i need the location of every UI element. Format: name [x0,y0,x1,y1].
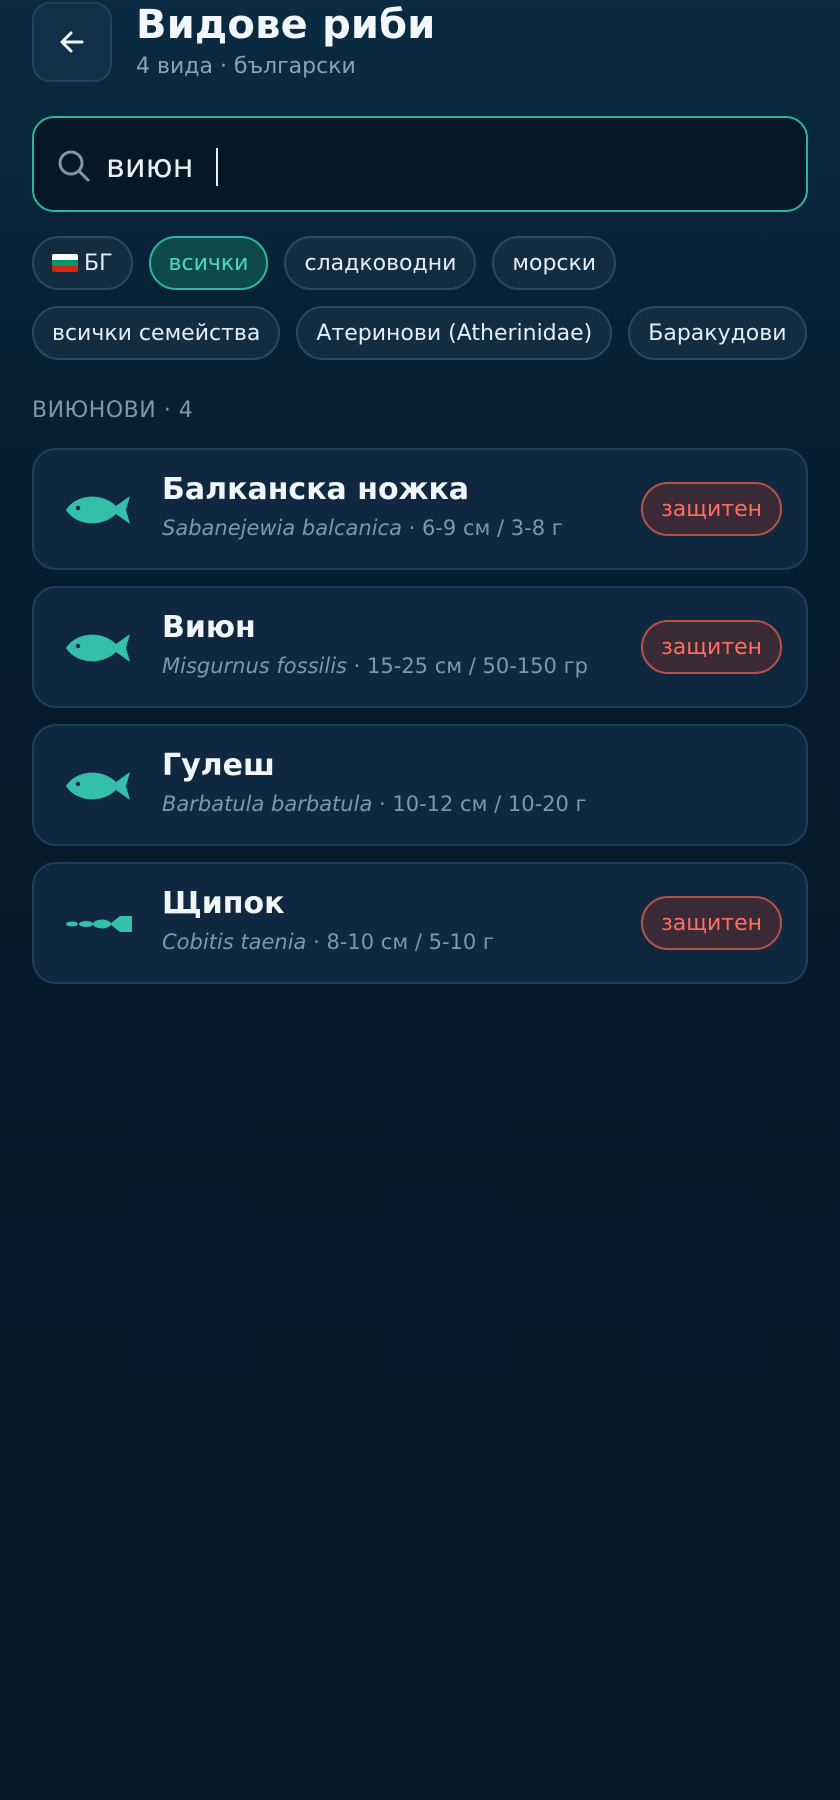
text-caret [216,148,218,186]
species-details: 6-9 см / 3-8 г [421,516,563,540]
fish-icon [66,496,130,524]
water-type-filters: БГ всички сладководни морски [32,236,617,290]
species-name: Виюн [162,610,256,645]
loach-icon [66,916,132,932]
section-header: ВИЮНОВИ · 4 [32,398,194,423]
page-title: Видове риби [136,2,436,48]
species-details: 15-25 см / 50-150 гр [367,654,588,678]
family-chip-barracuda[interactable]: Баракудови [628,306,807,360]
species-meta: Barbatula barbatula · 10-12 см / 10-20 г [162,792,587,816]
family-filters[interactable]: всички семейства Атеринови (Atherinidae)… [32,306,808,360]
family-chip-atherinidae[interactable]: Атеринови (Atherinidae) [296,306,613,360]
species-card[interactable]: Гулеш Barbatula barbatula · 10-12 см / 1… [32,724,808,846]
search-icon [58,150,90,182]
language-chip[interactable]: БГ [32,236,133,290]
protected-badge: защитен [641,482,782,536]
protected-badge: защитен [641,620,782,674]
species-card[interactable]: Виюн Misgurnus fossilis · 15-25 см / 50-… [32,586,808,708]
header: Видове риби 4 вида · български [32,2,808,82]
filter-chip-all[interactable]: всички [148,236,269,290]
species-name: Щипок [162,886,285,921]
species-name: Балканска ножка [162,472,470,507]
bulgaria-flag-icon [52,254,78,272]
species-details: 10-12 см / 10-20 г [392,792,587,816]
search-input[interactable] [106,138,786,194]
species-card[interactable]: Щипок Cobitis taenia · 8-10 см / 5-10 г … [32,862,808,984]
fish-icon [66,634,130,662]
species-meta: Cobitis taenia · 8-10 см / 5-10 г [162,930,494,954]
species-meta: Sabanejewia balcanica · 6-9 см / 3-8 г [162,516,563,540]
fish-icon [66,772,130,800]
filter-chip-freshwater[interactable]: сладководни [284,236,477,290]
species-latin-name: Misgurnus fossilis [162,654,347,678]
filter-chip-marine[interactable]: морски [492,236,617,290]
species-card[interactable]: Балканска ножка Sabanejewia balcanica · … [32,448,808,570]
arrow-left-icon [60,31,84,53]
species-latin-name: Cobitis taenia [162,930,307,954]
species-name: Гулеш [162,748,275,783]
family-chip-all[interactable]: всички семейства [32,306,281,360]
protected-badge: защитен [641,896,782,950]
species-meta: Misgurnus fossilis · 15-25 см / 50-150 г… [162,654,588,678]
language-chip-label: БГ [84,250,113,276]
species-latin-name: Sabanejewia balcanica [162,516,402,540]
search-bar[interactable] [32,116,808,212]
page-subtitle: 4 вида · български [136,54,356,79]
back-button[interactable] [32,2,112,82]
species-details: 8-10 см / 5-10 г [326,930,494,954]
species-latin-name: Barbatula barbatula [162,792,373,816]
